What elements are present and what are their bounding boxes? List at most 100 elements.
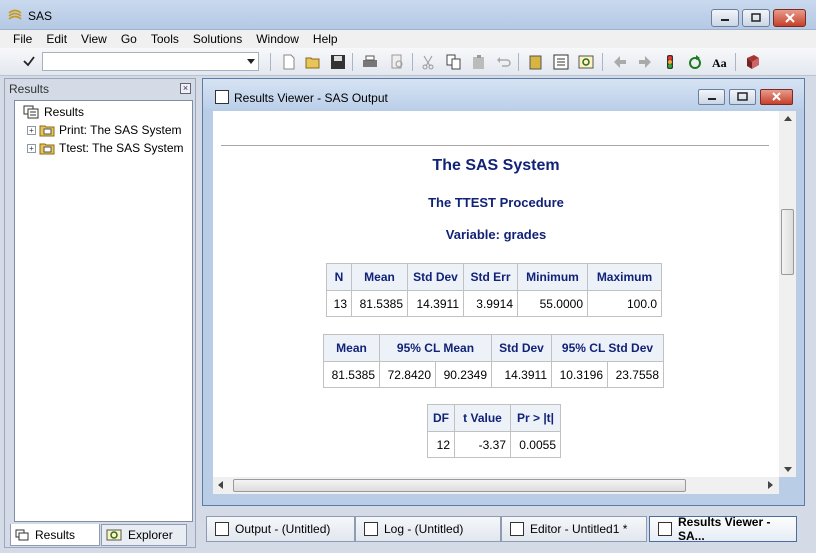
scroll-right-icon[interactable] — [768, 481, 773, 489]
expand-icon[interactable]: + — [27, 143, 36, 153]
paste-icon[interactable] — [471, 54, 487, 70]
tab-results[interactable]: Results — [10, 524, 100, 546]
tab-explorer[interactable]: Explorer — [101, 524, 187, 546]
tab-results-viewer-label: Results Viewer - SA... — [678, 515, 771, 543]
menu-view[interactable]: View — [74, 30, 114, 48]
pane-close-icon[interactable]: × — [180, 83, 191, 94]
output-variable-title: Variable: grades — [445, 227, 547, 242]
tree-root[interactable]: Results — [23, 104, 84, 120]
menu-file[interactable]: File — [6, 30, 39, 48]
table-cell: 81.5385 — [323, 361, 380, 388]
table-header: Mean — [351, 263, 408, 291]
table-header: N — [326, 263, 352, 291]
minimize-button[interactable] — [711, 9, 739, 27]
table-header: DF — [427, 404, 455, 432]
editor-window-icon — [510, 522, 524, 536]
font-icon[interactable]: Aa — [712, 54, 728, 70]
tree-root-label: Results — [44, 105, 85, 119]
forward-icon[interactable] — [637, 54, 653, 70]
table-header: Std Err — [463, 263, 518, 291]
output-divider — [221, 145, 769, 146]
open-icon[interactable] — [305, 54, 321, 70]
horizontal-scroll-thumb[interactable] — [233, 479, 686, 492]
tab-output[interactable]: Output - (Untitled) — [206, 516, 355, 542]
save-icon[interactable] — [330, 54, 346, 70]
scroll-left-icon[interactable] — [218, 481, 223, 489]
cut-icon[interactable] — [420, 54, 436, 70]
results-pane: Results × Results + Print: The SAS Syste… — [4, 78, 196, 548]
table-cell: 90.2349 — [435, 361, 492, 388]
copy-icon[interactable] — [446, 54, 462, 70]
scroll-down-icon[interactable] — [784, 467, 792, 472]
table-cell: 13 — [326, 290, 352, 317]
expand-icon[interactable]: + — [27, 125, 36, 135]
window-tab-bar: Output - (Untitled) Log - (Untitled) Edi… — [202, 512, 812, 546]
menu-tools[interactable]: Tools — [144, 30, 186, 48]
table-header: t Value — [454, 404, 511, 432]
table-header: Std Dev — [407, 263, 464, 291]
command-input[interactable] — [43, 53, 238, 70]
print-preview-icon[interactable] — [389, 54, 405, 70]
viewer-title: Results Viewer - SAS Output — [234, 91, 388, 105]
results-pane-header: Results — [9, 82, 50, 96]
results-viewer-window-icon — [658, 522, 672, 536]
new-icon[interactable] — [281, 54, 297, 70]
tree-item-label: Print: The SAS System — [59, 123, 182, 137]
table-cell: 100.0 — [587, 290, 662, 317]
maximize-icon — [751, 13, 761, 22]
tab-explorer-label: Explorer — [128, 528, 173, 542]
maximize-icon — [737, 92, 748, 101]
tab-log[interactable]: Log - (Untitled) — [355, 516, 501, 542]
statistics-table: N Mean Std Dev Std Err Minimum Maximum 1… — [326, 263, 662, 317]
horizontal-scrollbar[interactable] — [213, 477, 779, 494]
toolbar-separator — [270, 53, 271, 71]
libraries-icon[interactable] — [528, 54, 544, 70]
tab-results-label: Results — [35, 527, 76, 542]
viewer-close-button[interactable] — [760, 89, 793, 105]
print-icon[interactable] — [362, 54, 378, 70]
table-header: 95% CL Std Dev — [551, 334, 664, 362]
table-header: Std Dev — [491, 334, 552, 362]
toolbar-separator — [735, 53, 736, 71]
submit-command-check-icon[interactable] — [22, 54, 36, 68]
vertical-scrollbar[interactable] — [779, 111, 796, 477]
command-box[interactable] — [42, 52, 259, 71]
menu-bar: File Edit View Go Tools Solutions Window… — [0, 30, 816, 48]
help-book-icon[interactable] — [745, 54, 761, 70]
close-button[interactable] — [773, 9, 806, 27]
scroll-up-icon[interactable] — [784, 116, 792, 121]
tree-item-ttest[interactable]: + Ttest: The SAS System — [27, 140, 184, 156]
folder-icon — [39, 125, 55, 137]
output-window-icon — [215, 522, 229, 536]
table-cell: 14.3911 — [491, 361, 552, 388]
menu-go[interactable]: Go — [114, 30, 144, 48]
menu-help[interactable]: Help — [306, 30, 345, 48]
refresh-icon[interactable] — [687, 54, 703, 70]
chevron-down-icon[interactable] — [247, 59, 255, 64]
tree-item-print[interactable]: + Print: The SAS System — [27, 122, 182, 138]
toolbar-separator — [352, 53, 353, 71]
break-icon[interactable] — [662, 54, 678, 70]
sas-output-content: The SAS System The TTEST Procedure Varia… — [213, 111, 779, 477]
results-viewer-window: Results Viewer - SAS Output The SAS Syst… — [202, 78, 805, 506]
tab-results-viewer[interactable]: Results Viewer - SA... — [649, 515, 797, 543]
menu-solutions[interactable]: Solutions — [186, 30, 249, 48]
back-icon[interactable] — [612, 54, 628, 70]
undo-icon[interactable] — [496, 54, 512, 70]
viewer-minimize-button[interactable] — [698, 89, 725, 105]
explorer-icon[interactable] — [553, 54, 569, 70]
tree-item-label: Ttest: The SAS System — [59, 141, 184, 155]
results-tab-icon — [15, 529, 29, 540]
minimize-icon — [708, 98, 716, 100]
close-icon — [784, 13, 795, 23]
find-icon[interactable] — [578, 54, 594, 70]
maximize-button[interactable] — [742, 9, 770, 27]
table-header-row: DF t Value Pr > |t| — [427, 404, 561, 432]
viewer-maximize-button[interactable] — [729, 89, 756, 105]
vertical-scroll-thumb[interactable] — [781, 209, 794, 275]
confidence-table: Mean 95% CL Mean Std Dev 95% CL Std Dev … — [323, 334, 664, 388]
menu-edit[interactable]: Edit — [39, 30, 74, 48]
table-header: Minimum — [517, 263, 588, 291]
tab-editor[interactable]: Editor - Untitled1 * — [501, 516, 647, 542]
menu-window[interactable]: Window — [249, 30, 306, 48]
